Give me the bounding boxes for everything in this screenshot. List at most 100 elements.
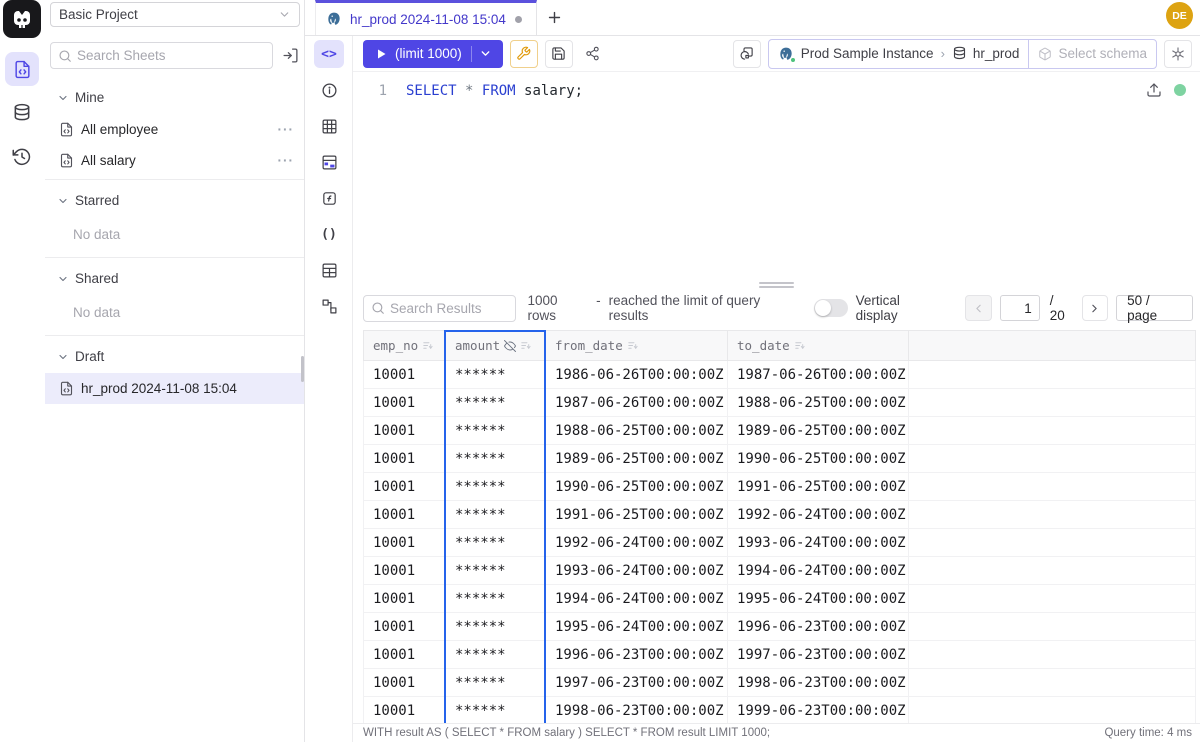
cell-to-date[interactable]: 1987-06-26T00:00:00Z — [728, 361, 909, 389]
cell-to-date[interactable]: 1999-06-23T00:00:00Z — [728, 697, 909, 725]
cell-amount-masked[interactable]: ****** — [446, 641, 546, 669]
cell-to-date[interactable]: 1996-06-23T00:00:00Z — [728, 613, 909, 641]
cell-amount-masked[interactable]: ****** — [446, 613, 546, 641]
cell-amount-masked[interactable]: ****** — [446, 389, 546, 417]
nav-databases[interactable] — [5, 96, 39, 130]
sql-editor[interactable]: 1 SELECT * FROM salary; — [353, 73, 1200, 281]
cell-amount-masked[interactable]: ****** — [446, 529, 546, 557]
cell-from-date[interactable]: 1995-06-24T00:00:00Z — [546, 613, 728, 641]
cell-amount-masked[interactable]: ****** — [446, 557, 546, 585]
table-row[interactable]: 10001 ****** 1990-06-25T00:00:00Z 1991-0… — [364, 473, 1196, 501]
cell-amount-masked[interactable]: ****** — [446, 473, 546, 501]
table-row[interactable]: 10001 ****** 1996-06-23T00:00:00Z 1997-0… — [364, 641, 1196, 669]
cell-from-date[interactable]: 1986-06-26T00:00:00Z — [546, 361, 728, 389]
cell-from-date[interactable]: 1991-06-25T00:00:00Z — [546, 501, 728, 529]
sort-icon[interactable] — [794, 340, 805, 351]
cell-emp-no[interactable]: 10001 — [364, 613, 446, 641]
strip-functions[interactable] — [314, 184, 344, 212]
batch-query-button[interactable] — [733, 40, 761, 68]
table-row[interactable]: 10001 ****** 1992-06-24T00:00:00Z 1993-0… — [364, 529, 1196, 557]
table-row[interactable]: 10001 ****** 1988-06-25T00:00:00Z 1989-0… — [364, 417, 1196, 445]
cell-to-date[interactable]: 1990-06-25T00:00:00Z — [728, 445, 909, 473]
cell-from-date[interactable]: 1998-06-23T00:00:00Z — [546, 697, 728, 725]
strip-code-view[interactable]: <> — [314, 40, 344, 68]
cell-emp-no[interactable]: 10001 — [364, 473, 446, 501]
sheet-search-input[interactable] — [77, 48, 265, 63]
sort-icon[interactable] — [627, 340, 638, 351]
results-search-input[interactable] — [390, 301, 508, 316]
cell-emp-no[interactable]: 10001 — [364, 417, 446, 445]
schema-selector[interactable]: Select schema — [1028, 40, 1156, 68]
cell-amount-masked[interactable]: ****** — [446, 697, 546, 725]
user-avatar[interactable]: DE — [1166, 2, 1193, 29]
cell-to-date[interactable]: 1989-06-25T00:00:00Z — [728, 417, 909, 445]
table-row[interactable]: 10001 ****** 1993-06-24T00:00:00Z 1994-0… — [364, 557, 1196, 585]
sheet-item-draft-hr-prod[interactable]: hr_prod 2024-11-08 15:04 — [45, 373, 304, 404]
app-logo[interactable] — [3, 0, 41, 38]
table-row[interactable]: 10001 ****** 1987-06-26T00:00:00Z 1988-0… — [364, 389, 1196, 417]
import-sheet-icon[interactable] — [280, 43, 300, 69]
cell-emp-no[interactable]: 10001 — [364, 389, 446, 417]
prev-page-button[interactable] — [965, 295, 991, 321]
nav-worksheets[interactable] — [5, 52, 39, 86]
table-row[interactable]: 10001 ****** 1994-06-24T00:00:00Z 1995-0… — [364, 585, 1196, 613]
section-starred[interactable]: Starred — [45, 183, 304, 217]
cell-emp-no[interactable]: 10001 — [364, 669, 446, 697]
cell-from-date[interactable]: 1997-06-23T00:00:00Z — [546, 669, 728, 697]
sheet-item-all-salary[interactable]: All salary ··· — [45, 145, 304, 176]
cell-from-date[interactable]: 1988-06-25T00:00:00Z — [546, 417, 728, 445]
cell-from-date[interactable]: 1989-06-25T00:00:00Z — [546, 445, 728, 473]
panel-resize-handle[interactable] — [353, 281, 1200, 289]
cell-from-date[interactable]: 1994-06-24T00:00:00Z — [546, 585, 728, 613]
cell-amount-masked[interactable]: ****** — [446, 585, 546, 613]
sheet-search-box[interactable] — [50, 42, 273, 69]
table-row[interactable]: 10001 ****** 1989-06-25T00:00:00Z 1990-0… — [364, 445, 1196, 473]
strip-schema-diagram[interactable] — [314, 292, 344, 320]
cell-emp-no[interactable]: 10001 — [364, 585, 446, 613]
cell-to-date[interactable]: 1993-06-24T00:00:00Z — [728, 529, 909, 557]
table-row[interactable]: 10001 ****** 1998-06-23T00:00:00Z 1999-0… — [364, 697, 1196, 725]
cell-amount-masked[interactable]: ****** — [446, 417, 546, 445]
table-row[interactable]: 10001 ****** 1986-06-26T00:00:00Z 1987-0… — [364, 361, 1196, 389]
section-draft[interactable]: Draft — [45, 339, 304, 373]
strip-info[interactable] — [314, 76, 344, 104]
cell-amount-masked[interactable]: ****** — [446, 445, 546, 473]
section-shared[interactable]: Shared — [45, 261, 304, 295]
new-tab-button[interactable] — [537, 0, 571, 35]
next-page-button[interactable] — [1082, 295, 1108, 321]
table-row[interactable]: 10001 ****** 1995-06-24T00:00:00Z 1996-0… — [364, 613, 1196, 641]
col-header-from-date[interactable]: from_date — [546, 331, 728, 361]
cell-emp-no[interactable]: 10001 — [364, 445, 446, 473]
cell-to-date[interactable]: 1992-06-24T00:00:00Z — [728, 501, 909, 529]
cell-to-date[interactable]: 1991-06-25T00:00:00Z — [728, 473, 909, 501]
run-query-button[interactable]: (limit 1000) — [363, 40, 503, 68]
cell-from-date[interactable]: 1987-06-26T00:00:00Z — [546, 389, 728, 417]
sheet-item-all-employee[interactable]: All employee ··· — [45, 114, 304, 145]
cell-from-date[interactable]: 1990-06-25T00:00:00Z — [546, 473, 728, 501]
cell-emp-no[interactable]: 10001 — [364, 641, 446, 669]
cell-to-date[interactable]: 1988-06-25T00:00:00Z — [728, 389, 909, 417]
nav-history[interactable] — [5, 140, 39, 174]
tab-hr-prod[interactable]: hr_prod 2024-11-08 15:04 — [315, 0, 537, 35]
cell-from-date[interactable]: 1992-06-24T00:00:00Z — [546, 529, 728, 557]
cell-emp-no[interactable]: 10001 — [364, 529, 446, 557]
format-sql-button[interactable] — [510, 40, 538, 68]
col-header-amount[interactable]: amount — [446, 331, 546, 361]
strip-result-table[interactable] — [314, 256, 344, 284]
cell-to-date[interactable]: 1995-06-24T00:00:00Z — [728, 585, 909, 613]
cell-to-date[interactable]: 1994-06-24T00:00:00Z — [728, 557, 909, 585]
cell-from-date[interactable]: 1996-06-23T00:00:00Z — [546, 641, 728, 669]
section-mine[interactable]: Mine — [45, 80, 304, 114]
strip-parentheses[interactable]: () — [314, 220, 344, 248]
results-search-box[interactable] — [363, 295, 516, 322]
cell-amount-masked[interactable]: ****** — [446, 669, 546, 697]
cell-emp-no[interactable]: 10001 — [364, 361, 446, 389]
cell-emp-no[interactable]: 10001 — [364, 557, 446, 585]
cell-emp-no[interactable]: 10001 — [364, 501, 446, 529]
more-actions-icon[interactable]: ··· — [278, 122, 295, 137]
sort-icon[interactable] — [422, 340, 433, 351]
share-sheet-button[interactable] — [580, 41, 606, 67]
strip-tables[interactable] — [314, 112, 344, 140]
cell-to-date[interactable]: 1997-06-23T00:00:00Z — [728, 641, 909, 669]
run-options-dropdown[interactable] — [472, 47, 499, 60]
